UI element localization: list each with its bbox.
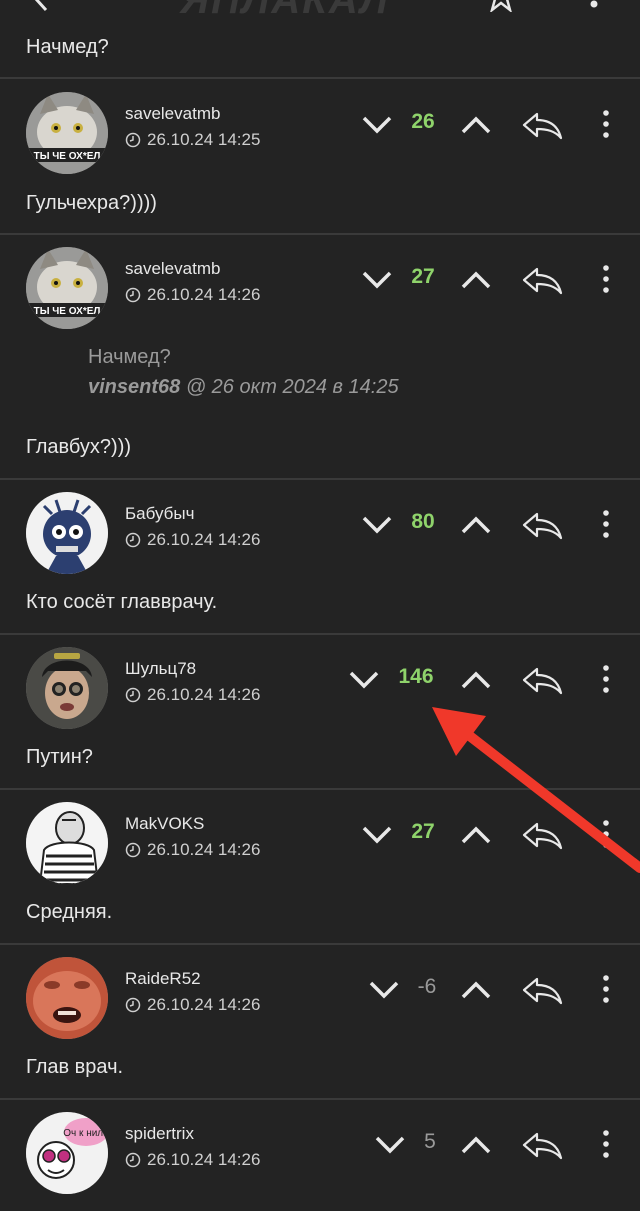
timestamp: 26.10.24 14:26: [125, 840, 260, 860]
comment-item: Шульц78 26.10.24 14:26 146 Путин?: [0, 635, 640, 788]
comment-item: Бабубыч 26.10.24 14:26 80 Кто сосёт глав…: [0, 480, 640, 633]
downvote-icon[interactable]: [361, 269, 393, 291]
timestamp: 26.10.24 14:26: [125, 1150, 260, 1170]
quote-text: Начмед?: [88, 346, 171, 368]
quote-author[interactable]: vinsent68: [88, 376, 180, 398]
downvote-icon[interactable]: [368, 979, 400, 1001]
downvote-icon[interactable]: [374, 1134, 406, 1156]
top-bar: ЯПЛАКАЛ: [0, 0, 640, 18]
username[interactable]: RaideR52: [125, 969, 201, 989]
timestamp-text: 26.10.24 14:26: [147, 995, 261, 1014]
clock-icon: [125, 532, 141, 548]
star-icon[interactable]: [486, 0, 516, 12]
comment-item: RaideR52 26.10.24 14:26 -6 Глав врач.: [0, 945, 640, 1098]
avatar-caption: ТЫ ЧЕ ОХ*ЕЛ: [34, 306, 101, 317]
clock-icon: [125, 997, 141, 1013]
username[interactable]: Бабубыч: [125, 504, 194, 524]
avatar-caption: ТЫ ЧЕ ОХ*ЕЛ: [34, 151, 101, 162]
username[interactable]: MakVOKS: [125, 814, 204, 834]
timestamp-text: 26.10.24 14:26: [147, 685, 261, 704]
kebab-icon[interactable]: [598, 508, 614, 540]
upvote-icon[interactable]: [460, 514, 492, 536]
reply-icon[interactable]: [521, 665, 563, 695]
quote-attribution: vinsent68 @ 26 окт 2024 в 14:25: [88, 376, 399, 399]
vote-score: 27: [411, 265, 435, 288]
comment-text: Начмед?: [26, 36, 109, 58]
username[interactable]: Шульц78: [125, 659, 196, 679]
kebab-icon[interactable]: [586, 0, 602, 14]
vote-score: -6: [417, 975, 437, 998]
kebab-icon[interactable]: [598, 973, 614, 1005]
vote-score: 80: [411, 510, 435, 533]
comment-item: MakVOKS 26.10.24 14:26 27 Средняя.: [0, 790, 640, 943]
clock-icon: [125, 287, 141, 303]
username[interactable]: savelevatmb: [125, 259, 220, 279]
upvote-icon[interactable]: [460, 269, 492, 291]
timestamp: 26.10.24 14:25: [125, 130, 260, 150]
timestamp: 26.10.24 14:26: [125, 685, 260, 705]
comment-text: Главбух?))): [26, 436, 132, 458]
upvote-icon[interactable]: [460, 979, 492, 1001]
comment-item: ТЫ ЧЕ ОХ*ЕЛ savelevatmb 26.10.24 14:26 2…: [0, 235, 640, 478]
downvote-icon[interactable]: [361, 514, 393, 536]
kebab-icon[interactable]: [598, 818, 614, 850]
chevron-left-icon[interactable]: [28, 0, 54, 12]
comment-text: Глав врач.: [26, 1056, 124, 1078]
timestamp: 26.10.24 14:26: [125, 285, 260, 305]
kebab-icon[interactable]: [598, 263, 614, 295]
comment-text: Средняя.: [26, 901, 113, 923]
downvote-icon[interactable]: [361, 114, 393, 136]
avatar[interactable]: [26, 492, 108, 574]
avatar[interactable]: ТЫ ЧЕ ОХ*ЕЛ: [26, 92, 108, 174]
timestamp-text: 26.10.24 14:25: [147, 130, 261, 149]
comment-text: Кто сосёт главврачу.: [26, 591, 218, 613]
upvote-icon[interactable]: [460, 824, 492, 846]
reply-icon[interactable]: [521, 265, 563, 295]
vote-score: 5: [424, 1130, 436, 1153]
kebab-icon[interactable]: [598, 1128, 614, 1160]
reply-icon[interactable]: [521, 975, 563, 1005]
avatar[interactable]: [26, 647, 108, 729]
vote-score: 146: [398, 665, 434, 688]
upvote-icon[interactable]: [460, 669, 492, 691]
username[interactable]: spidertrix: [125, 1124, 194, 1144]
timestamp: 26.10.24 14:26: [125, 530, 260, 550]
downvote-icon[interactable]: [361, 824, 393, 846]
clock-icon: [125, 1152, 141, 1168]
comment-item: ТЫ ЧЕ ОХ*ЕЛ savelevatmb 26.10.24 14:25 2…: [0, 80, 640, 233]
upvote-icon[interactable]: [460, 1134, 492, 1156]
avatar-caption: Оч к нила: [63, 1128, 108, 1139]
kebab-icon[interactable]: [598, 108, 614, 140]
timestamp-text: 26.10.24 14:26: [147, 285, 261, 304]
quote-date: @ 26 окт 2024 в 14:25: [180, 376, 399, 398]
clock-icon: [125, 687, 141, 703]
timestamp-text: 26.10.24 14:26: [147, 840, 261, 859]
divider: [0, 77, 640, 79]
reply-icon[interactable]: [521, 510, 563, 540]
comment-text: Путин?: [26, 746, 93, 768]
avatar[interactable]: ТЫ ЧЕ ОХ*ЕЛ: [26, 247, 108, 329]
timestamp: 26.10.24 14:26: [125, 995, 260, 1015]
avatar[interactable]: [26, 957, 108, 1039]
reply-icon[interactable]: [521, 820, 563, 850]
reply-icon[interactable]: [521, 1130, 563, 1160]
comment-item: Оч к нила spidertrix 26.10.24 14:26 5: [0, 1100, 640, 1211]
clock-icon: [125, 132, 141, 148]
avatar[interactable]: [26, 802, 108, 884]
reply-icon[interactable]: [521, 110, 563, 140]
timestamp-text: 26.10.24 14:26: [147, 530, 261, 549]
comment-text: Гульчехра?)))): [26, 192, 157, 214]
vote-score: 27: [411, 820, 435, 843]
vote-score: 26: [411, 110, 435, 133]
site-logo[interactable]: ЯПЛАКАЛ: [180, 0, 390, 18]
kebab-icon[interactable]: [598, 663, 614, 695]
clock-icon: [125, 842, 141, 858]
upvote-icon[interactable]: [460, 114, 492, 136]
downvote-icon[interactable]: [348, 669, 380, 691]
avatar[interactable]: Оч к нила: [26, 1112, 108, 1194]
timestamp-text: 26.10.24 14:26: [147, 1150, 261, 1169]
username[interactable]: savelevatmb: [125, 104, 220, 124]
